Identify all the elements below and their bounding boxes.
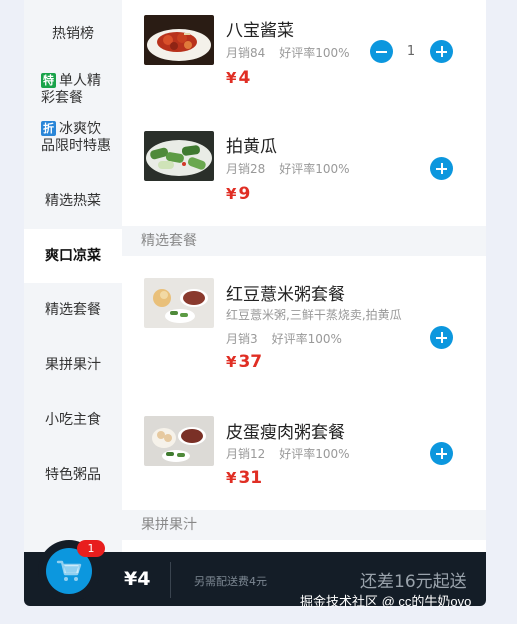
- sidebar-item-drinks[interactable]: 折冰爽饮品限时特惠: [24, 121, 122, 173]
- price-value: 37: [238, 352, 263, 372]
- positive-rating: 好评率100%: [279, 162, 350, 176]
- watermark: 掘金技术社区 @ cc的牛奶ovo: [300, 594, 472, 609]
- dish-item: 红豆薏米粥套餐 红豆薏米粥,三鲜干蒸烧卖,拍黄瓜 月销3 好评率100% ¥37: [122, 256, 486, 392]
- dish-price: ¥4: [226, 68, 250, 88]
- dish-price: ¥31: [226, 468, 262, 488]
- sidebar-item-fruit-juice[interactable]: 果拼果汁: [24, 340, 122, 390]
- positive-rating: 好评率100%: [271, 332, 342, 346]
- monthly-sales: 月销3: [226, 332, 258, 346]
- add-button[interactable]: [430, 326, 453, 349]
- sidebar-item-label: 特色粥品: [45, 466, 101, 483]
- dish-item: 八宝酱菜 月销84 好评率100% ¥4 1: [122, 0, 486, 110]
- currency-symbol: ¥: [226, 469, 237, 487]
- currency-symbol: ¥: [226, 353, 237, 371]
- sidebar-item-label: 小吃主食: [45, 411, 101, 428]
- quantity-value: 1: [406, 44, 416, 59]
- section-header: 果拼果汁: [122, 510, 486, 540]
- sidebar-item-label: 精选热菜: [45, 192, 101, 209]
- menu-panel: 热销榜 特单人精彩套餐 折冰爽饮品限时特惠 精选热菜 爽口凉菜 精选套餐 果拼果…: [24, 0, 486, 606]
- dish-name: 八宝酱菜: [226, 21, 294, 41]
- sidebar-item-cold-dishes[interactable]: 爽口凉菜: [24, 229, 122, 283]
- positive-rating: 好评率100%: [279, 46, 350, 60]
- dish-description: 红豆薏米粥,三鲜干蒸烧卖,拍黄瓜: [226, 308, 402, 322]
- dish-name: 红豆薏米粥套餐: [226, 285, 345, 305]
- dish-item: 拍黄瓜 月销28 好评率100% ¥9: [122, 110, 486, 226]
- category-sidebar: 热销榜 特单人精彩套餐 折冰爽饮品限时特惠 精选热菜 爽口凉菜 精选套餐 果拼果…: [24, 0, 122, 552]
- price-value: 31: [238, 468, 263, 488]
- minimum-order-note: 还差16元起送: [360, 572, 467, 592]
- remove-button[interactable]: [370, 40, 393, 63]
- sidebar-item-label: 精选套餐: [45, 301, 101, 318]
- sidebar-item-set-meals[interactable]: 精选套餐: [24, 285, 122, 335]
- add-button[interactable]: [430, 157, 453, 180]
- sidebar-item-porridge[interactable]: 特色粥品: [24, 450, 122, 500]
- section-header: 精选套餐: [122, 226, 486, 256]
- dish-stats: 月销84 好评率100%: [226, 44, 350, 61]
- price-value: 9: [238, 184, 251, 204]
- sidebar-item-label: 热销榜: [52, 25, 94, 42]
- positive-rating: 好评率100%: [279, 447, 350, 461]
- sidebar-item-snacks[interactable]: 小吃主食: [24, 395, 122, 445]
- special-badge: 特: [41, 73, 56, 88]
- dish-stats: 月销12 好评率100%: [226, 445, 350, 462]
- sidebar-item-label: 爽口凉菜: [45, 247, 101, 264]
- dish-name: 皮蛋瘦肉粥套餐: [226, 423, 345, 443]
- discount-badge: 折: [41, 121, 56, 136]
- minus-icon: [376, 50, 387, 53]
- dish-price: ¥9: [226, 184, 250, 204]
- price-value: 4: [238, 68, 251, 88]
- dish-stats: 月销28 好评率100%: [226, 160, 350, 177]
- currency-symbol: ¥: [226, 185, 237, 203]
- dish-price: ¥37: [226, 352, 262, 372]
- dish-item: 皮蛋瘦肉粥套餐 月销12 好评率100% ¥31: [122, 392, 486, 510]
- dish-photo: [144, 15, 214, 65]
- sidebar-item-hot-dishes[interactable]: 精选热菜: [24, 176, 122, 226]
- sidebar-item-label: 果拼果汁: [45, 356, 101, 373]
- monthly-sales: 月销28: [226, 162, 266, 176]
- cart-divider: [170, 562, 171, 598]
- dish-name: 拍黄瓜: [226, 137, 277, 157]
- add-button[interactable]: [430, 40, 453, 63]
- currency-symbol: ¥: [226, 69, 237, 87]
- dish-photo: [144, 131, 214, 181]
- monthly-sales: 月销84: [226, 46, 266, 60]
- dish-stats: 月销3 好评率100%: [226, 330, 342, 347]
- sidebar-item-single-set[interactable]: 特单人精彩套餐: [24, 73, 122, 113]
- monthly-sales: 月销12: [226, 447, 266, 461]
- add-button[interactable]: [430, 442, 453, 465]
- delivery-fee-note: 另需配送费4元: [194, 575, 267, 588]
- dish-photo: [144, 278, 214, 328]
- dish-photo: [144, 416, 214, 466]
- cart-count-badge: 1: [77, 540, 105, 557]
- cart-total: ¥4: [124, 568, 151, 590]
- dish-list: 八宝酱菜 月销84 好评率100% ¥4 1 拍黄瓜 月销28 好评率100% …: [122, 0, 486, 552]
- sidebar-item-hot-list[interactable]: 热销榜: [24, 12, 122, 56]
